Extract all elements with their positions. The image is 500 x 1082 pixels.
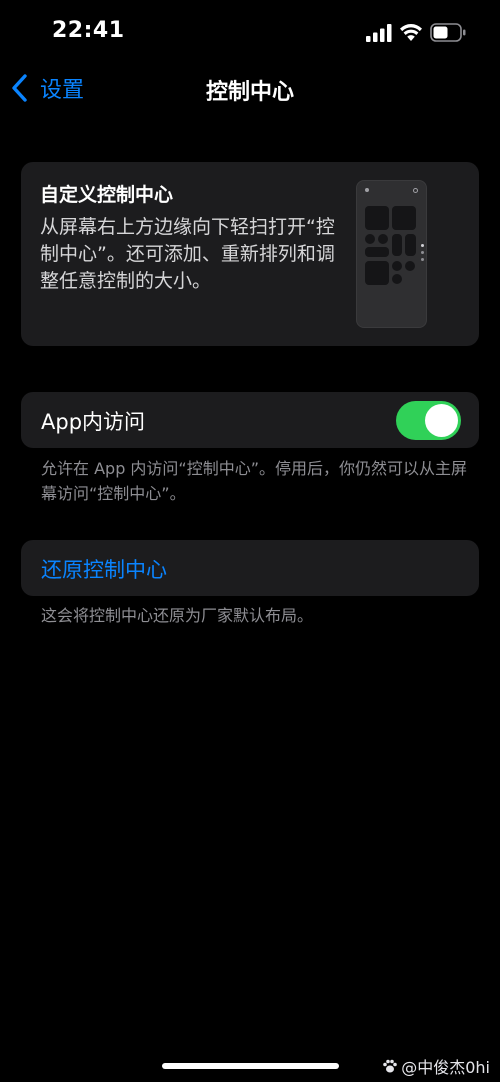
navigation-bar: 设置 控制中心 <box>0 66 500 112</box>
hero-description: 从屏幕右上方边缘向下轻扫打开“控制中心”。还可添加、重新排列和调整任意控制的大小… <box>40 216 335 292</box>
watermark: @中俊杰0hi <box>382 1054 490 1078</box>
app-access-row: App内访问 <box>21 392 479 448</box>
reset-control-center-button[interactable]: 还原控制中心 <box>21 540 479 596</box>
signal-icon <box>366 24 392 42</box>
status-time: 22:41 <box>52 18 125 43</box>
app-access-toggle[interactable] <box>396 401 461 440</box>
watermark-text: @中俊杰0hi <box>401 1058 490 1077</box>
home-indicator[interactable] <box>162 1063 339 1069</box>
control-center-settings-screen: 22:41 设置 控制中心 自定义控制中心 从屏幕右上方边缘向下轻扫打开“控制中… <box>0 0 500 1082</box>
control-center-preview-icon <box>356 180 427 328</box>
customize-control-center-card: 自定义控制中心 从屏幕右上方边缘向下轻扫打开“控制中心”。还可添加、重新排列和调… <box>21 162 479 346</box>
page-title: 控制中心 <box>205 80 294 105</box>
reset-footnote: 这会将控制中心还原为厂家默认布局。 <box>41 606 314 625</box>
reset-control-center-label: 还原控制中心 <box>41 558 167 582</box>
battery-icon <box>430 23 466 42</box>
hero-title: 自定义控制中心 <box>40 184 174 206</box>
wifi-icon <box>400 24 422 41</box>
toggle-knob <box>425 404 458 437</box>
app-access-footnote: 允许在 App 内访问“控制中心”。停用后，你仍然可以从主屏幕访问“控制中心”。 <box>41 459 468 503</box>
status-bar: 22:41 <box>0 0 500 66</box>
app-access-label: App内访问 <box>41 410 146 434</box>
paw-icon <box>383 1059 398 1073</box>
